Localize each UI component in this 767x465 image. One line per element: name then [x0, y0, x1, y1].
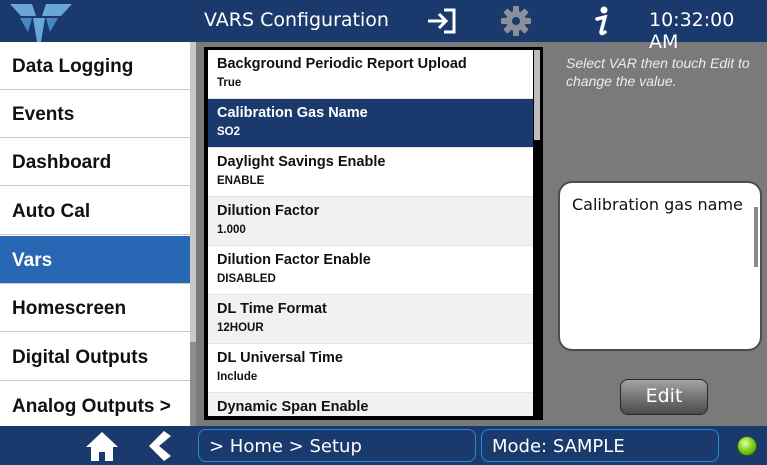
- sidebar-item-label: Dashboard: [12, 152, 112, 173]
- var-name: Dilution Factor: [217, 203, 320, 219]
- sidebar-item-label: Analog Outputs >: [12, 396, 171, 417]
- sidebar-item-dashboard[interactable]: Dashboard: [0, 138, 190, 186]
- sidebar-item-digital-outputs[interactable]: Digital Outputs: [0, 333, 190, 381]
- instruction-text: Select VAR then touch Edit to change the…: [566, 55, 750, 89]
- top-bar: VARS Configuration 10:32:00 AM: [0, 0, 767, 53]
- sidebar-item-data-logging[interactable]: Data Logging: [0, 42, 190, 90]
- var-description-box: Calibration gas name: [558, 181, 762, 351]
- mode-text: Mode: SAMPLE: [492, 436, 625, 457]
- sidebar: Data Logging Events Dashboard Auto Cal V…: [0, 42, 190, 426]
- sidebar-item-analog-outputs[interactable]: Analog Outputs >: [0, 382, 190, 426]
- var-row-dl-time-format[interactable]: DL Time Format 12HOUR: [208, 295, 533, 344]
- company-logo-icon: [10, 4, 72, 42]
- var-name: Dilution Factor Enable: [217, 252, 371, 268]
- var-value: SO2: [217, 126, 241, 138]
- exit-icon[interactable]: [426, 6, 460, 36]
- mode-indicator: Mode: SAMPLE: [481, 429, 719, 462]
- edit-button[interactable]: Edit: [620, 379, 708, 415]
- breadcrumb[interactable]: > Home > Setup: [198, 429, 476, 462]
- vars-list: Background Periodic Report Upload True C…: [208, 50, 533, 416]
- page-title: VARS Configuration: [204, 9, 389, 31]
- sidebar-item-auto-cal[interactable]: Auto Cal: [0, 187, 190, 235]
- sidebar-item-vars[interactable]: Vars: [0, 236, 190, 284]
- var-name: Dynamic Span Enable: [217, 399, 369, 415]
- sidebar-item-label: Homescreen: [12, 298, 127, 319]
- var-name: Calibration Gas Name: [217, 105, 368, 121]
- sidebar-item-label: Events: [12, 104, 75, 125]
- vars-list-scrollbar[interactable]: [534, 50, 540, 140]
- sidebar-item-label: Auto Cal: [12, 201, 91, 222]
- var-description-text: Calibration gas name: [572, 195, 743, 214]
- sidebar-scrollbar-thumb[interactable]: [190, 42, 196, 342]
- sidebar-item-label: Digital Outputs: [12, 347, 149, 368]
- var-row-dl-universal-time[interactable]: DL Universal Time Include: [208, 344, 533, 393]
- sidebar-item-events[interactable]: Events: [0, 90, 190, 138]
- var-row-dynamic-span-enable[interactable]: Dynamic Span Enable: [208, 393, 533, 416]
- var-row-daylight-savings-enable[interactable]: Daylight Savings Enable ENABLE: [208, 148, 533, 197]
- var-row-background-periodic-report-upload[interactable]: Background Periodic Report Upload True: [208, 50, 533, 99]
- var-name: Background Periodic Report Upload: [217, 56, 467, 72]
- var-value: Include: [217, 371, 258, 383]
- back-arrow-icon[interactable]: [146, 430, 172, 462]
- clock: 10:32:00 AM: [649, 9, 735, 53]
- var-name: DL Universal Time: [217, 350, 343, 366]
- var-row-dilution-factor[interactable]: Dilution Factor 1.000: [208, 197, 533, 246]
- sidebar-item-homescreen[interactable]: Homescreen: [0, 284, 190, 332]
- breadcrumb-text: > Home > Setup: [209, 436, 362, 457]
- gear-icon[interactable]: [500, 5, 532, 37]
- var-value: ENABLE: [217, 175, 265, 187]
- var-value: 1.000: [217, 224, 246, 236]
- home-icon[interactable]: [84, 430, 120, 462]
- sidebar-item-label: Data Logging: [12, 56, 134, 77]
- var-value: True: [217, 77, 242, 89]
- description-scrollbar[interactable]: [754, 207, 758, 267]
- info-icon[interactable]: [592, 4, 612, 38]
- status-led-icon: [737, 436, 757, 456]
- var-value: DISABLED: [217, 273, 276, 285]
- sidebar-item-label: Vars: [12, 250, 53, 271]
- var-name: DL Time Format: [217, 301, 327, 317]
- var-row-calibration-gas-name[interactable]: Calibration Gas Name SO2: [208, 99, 533, 148]
- var-name: Daylight Savings Enable: [217, 154, 386, 170]
- var-value: 12HOUR: [217, 322, 264, 334]
- bottom-bar: > Home > Setup Mode: SAMPLE: [0, 426, 767, 465]
- var-row-dilution-factor-enable[interactable]: Dilution Factor Enable DISABLED: [208, 246, 533, 295]
